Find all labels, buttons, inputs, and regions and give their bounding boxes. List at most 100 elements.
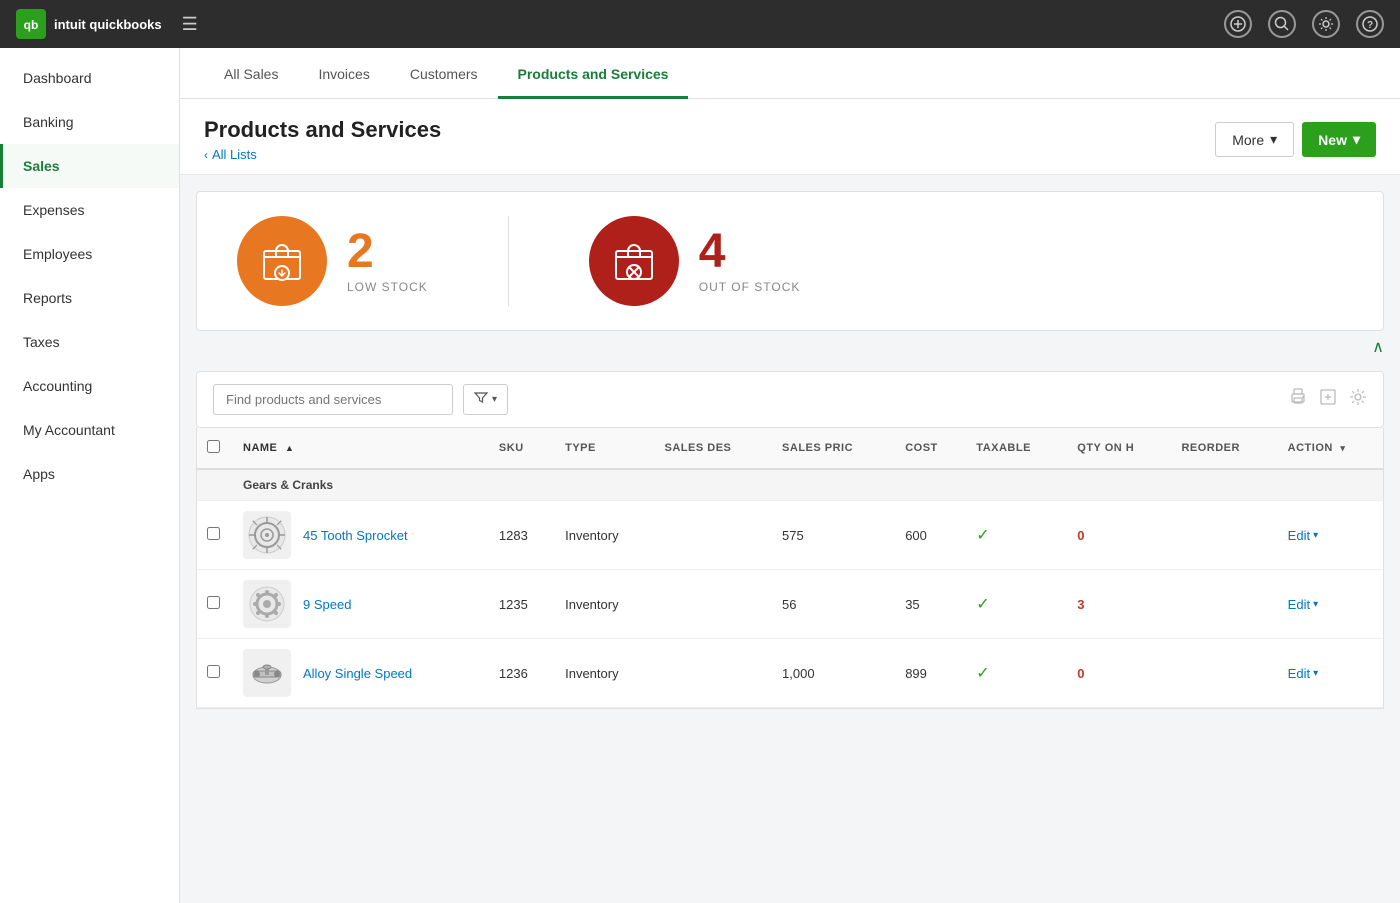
search-icon[interactable] — [1268, 10, 1296, 38]
filter-button[interactable]: ▾ — [463, 384, 508, 415]
select-all-checkbox[interactable] — [207, 440, 220, 453]
product-name-cell: 45 Tooth Sprocket — [233, 501, 489, 570]
edit-button[interactable]: Edit ▾ — [1288, 666, 1373, 681]
breadcrumb[interactable]: ‹ All Lists — [204, 147, 441, 162]
settings-icon[interactable] — [1312, 10, 1340, 38]
sidebar-item-banking[interactable]: Banking — [0, 100, 179, 144]
product-image — [243, 649, 291, 697]
col-header-sales-price[interactable]: SALES PRIC — [772, 428, 895, 469]
new-button[interactable]: New ▾ — [1302, 122, 1376, 157]
group-name: Gears & Cranks — [233, 469, 1383, 501]
search-input[interactable] — [213, 384, 453, 415]
sidebar-item-dashboard[interactable]: Dashboard — [0, 56, 179, 100]
col-header-action[interactable]: ACTION ▾ — [1278, 428, 1383, 469]
col-header-qty[interactable]: QTY ON H — [1067, 428, 1171, 469]
tab-products-services[interactable]: Products and Services — [498, 48, 689, 99]
product-name[interactable]: 45 Tooth Sprocket — [303, 528, 408, 543]
new-label: New — [1318, 132, 1347, 148]
more-label: More — [1232, 132, 1264, 148]
add-icon[interactable] — [1224, 10, 1252, 38]
low-stock-circle — [237, 216, 327, 306]
tab-all-sales[interactable]: All Sales — [204, 48, 298, 99]
stock-section: 2 LOW STOCK 4 — [196, 191, 1384, 331]
product-name-cell: 9 Speed — [233, 570, 489, 639]
edit-button[interactable]: Edit ▾ — [1288, 597, 1373, 612]
product-image — [243, 580, 291, 628]
edit-label: Edit — [1288, 597, 1310, 612]
qty-value: 0 — [1077, 528, 1084, 543]
products-table: NAME ▲ SKU TYPE SALES DES SALES PRIC COS… — [197, 428, 1383, 708]
tab-customers[interactable]: Customers — [390, 48, 498, 99]
sidebar-item-sales[interactable]: Sales — [0, 144, 179, 188]
export-icon[interactable] — [1319, 388, 1337, 411]
col-header-taxable[interactable]: TAXABLE — [966, 428, 1067, 469]
low-stock-card[interactable]: 2 LOW STOCK — [237, 216, 428, 306]
more-button[interactable]: More ▾ — [1215, 122, 1294, 157]
product-cost: 35 — [895, 570, 966, 639]
edit-button[interactable]: Edit ▾ — [1288, 528, 1373, 543]
product-reorder — [1171, 501, 1277, 570]
qty-value: 3 — [1077, 597, 1084, 612]
product-sales-desc — [655, 501, 773, 570]
product-action: Edit ▾ — [1278, 501, 1383, 570]
product-type: Inventory — [555, 501, 654, 570]
main-content: All Sales Invoices Customers Products an… — [180, 48, 1400, 903]
page-title: Products and Services — [204, 117, 441, 143]
col-header-name[interactable]: NAME ▲ — [233, 428, 489, 469]
brand-logo[interactable]: qb intuit quickbooks — [16, 9, 162, 39]
sidebar-item-apps[interactable]: Apps — [0, 452, 179, 496]
col-header-reorder[interactable]: REORDER — [1171, 428, 1277, 469]
tab-invoices[interactable]: Invoices — [298, 48, 389, 99]
row-checkbox[interactable] — [207, 596, 220, 609]
sidebar-item-my-accountant[interactable]: My Accountant — [0, 408, 179, 452]
taxable-check-icon: ✓ — [976, 527, 989, 544]
sidebar-item-expenses[interactable]: Expenses — [0, 188, 179, 232]
row-checkbox[interactable] — [207, 527, 220, 540]
page-header: Products and Services ‹ All Lists More ▾… — [180, 99, 1400, 175]
sidebar-item-taxes[interactable]: Taxes — [0, 320, 179, 364]
page-header-right: More ▾ New ▾ — [1215, 122, 1376, 157]
product-name[interactable]: 9 Speed — [303, 597, 351, 612]
product-action: Edit ▾ — [1278, 639, 1383, 708]
out-of-stock-circle — [589, 216, 679, 306]
low-stock-label: LOW STOCK — [347, 280, 428, 294]
topnav-actions: ? — [1224, 10, 1384, 38]
row-checkbox-cell — [197, 639, 233, 708]
print-icon[interactable] — [1289, 388, 1307, 411]
product-qty: 3 — [1067, 570, 1171, 639]
collapse-section: ∧ — [180, 331, 1400, 363]
filter-bar: ▾ — [196, 371, 1384, 428]
col-header-type[interactable]: TYPE — [555, 428, 654, 469]
product-taxable: ✓ — [966, 501, 1067, 570]
product-qty: 0 — [1067, 639, 1171, 708]
sidebar-item-reports[interactable]: Reports — [0, 276, 179, 320]
product-type: Inventory — [555, 639, 654, 708]
product-sales-desc — [655, 639, 773, 708]
taxable-check-icon: ✓ — [976, 665, 989, 682]
sidebar-item-employees[interactable]: Employees — [0, 232, 179, 276]
out-of-stock-card[interactable]: 4 OUT OF STOCK — [589, 216, 801, 306]
product-reorder — [1171, 570, 1277, 639]
row-checkbox[interactable] — [207, 665, 220, 678]
product-cell: 45 Tooth Sprocket — [243, 511, 479, 559]
col-header-cost[interactable]: COST — [895, 428, 966, 469]
brand-name: intuit quickbooks — [54, 17, 162, 32]
breadcrumb-chevron-icon: ‹ — [204, 148, 208, 162]
hamburger-menu-icon[interactable]: ☰ — [182, 14, 198, 35]
product-name[interactable]: Alloy Single Speed — [303, 666, 412, 681]
filter-left: ▾ — [213, 384, 508, 415]
help-icon[interactable]: ? — [1356, 10, 1384, 38]
more-chevron-icon: ▾ — [1270, 131, 1277, 148]
edit-chevron-icon: ▾ — [1313, 668, 1318, 679]
sidebar-item-accounting[interactable]: Accounting — [0, 364, 179, 408]
col-header-sales-desc[interactable]: SALES DES — [655, 428, 773, 469]
qty-value: 0 — [1077, 666, 1084, 681]
column-settings-icon[interactable] — [1349, 388, 1367, 411]
sort-asc-icon: ▲ — [285, 443, 294, 453]
top-navigation: qb intuit quickbooks ☰ — [0, 0, 1400, 48]
col-header-sku[interactable]: SKU — [489, 428, 555, 469]
table-header-row: NAME ▲ SKU TYPE SALES DES SALES PRIC COS… — [197, 428, 1383, 469]
collapse-icon[interactable]: ∧ — [1372, 337, 1384, 357]
product-type: Inventory — [555, 570, 654, 639]
product-sku: 1235 — [489, 570, 555, 639]
